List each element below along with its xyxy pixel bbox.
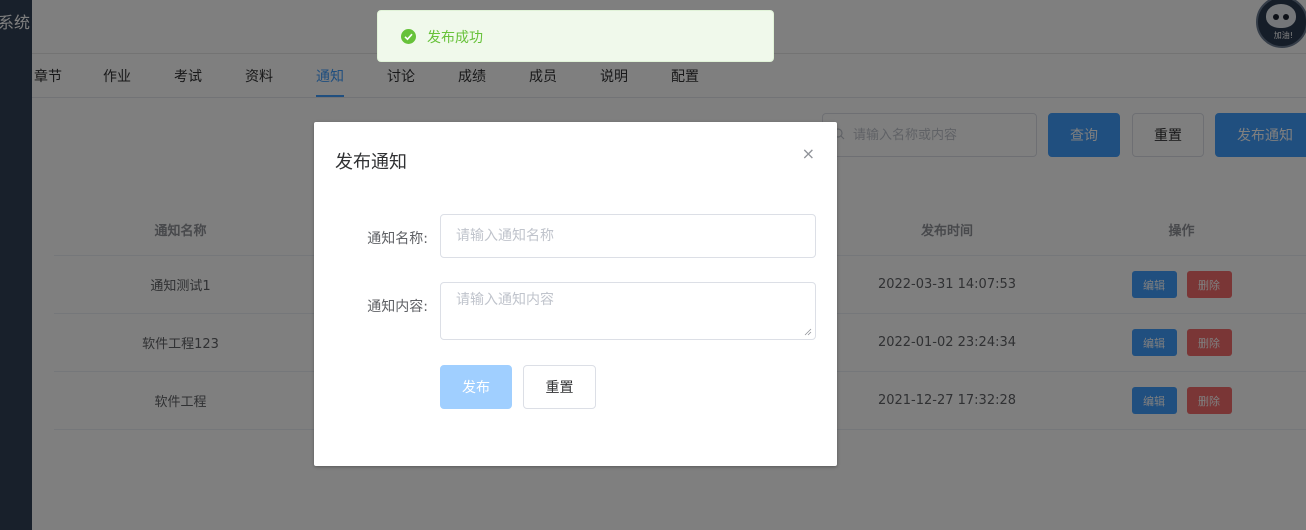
notice-content-field[interactable]	[440, 282, 816, 340]
submit-button[interactable]: 发布	[440, 365, 512, 409]
success-toast: 发布成功	[377, 10, 774, 62]
toast-message: 发布成功	[427, 30, 483, 46]
notice-content-textarea[interactable]	[441, 283, 815, 339]
dialog-title: 发布通知	[335, 152, 407, 173]
success-check-icon	[401, 29, 416, 44]
notice-name-input[interactable]	[441, 215, 815, 257]
dialog-reset-button[interactable]: 重置	[523, 365, 596, 409]
notice-name-field[interactable]	[440, 214, 816, 258]
resize-handle-icon[interactable]	[804, 328, 812, 336]
publish-notice-dialog: 发布通知 × 通知名称: 通知内容: 发布 重置	[314, 122, 837, 466]
close-icon[interactable]: ×	[802, 144, 815, 163]
notice-name-label: 通知名称:	[367, 231, 428, 247]
notice-content-label: 通知内容:	[367, 299, 428, 315]
